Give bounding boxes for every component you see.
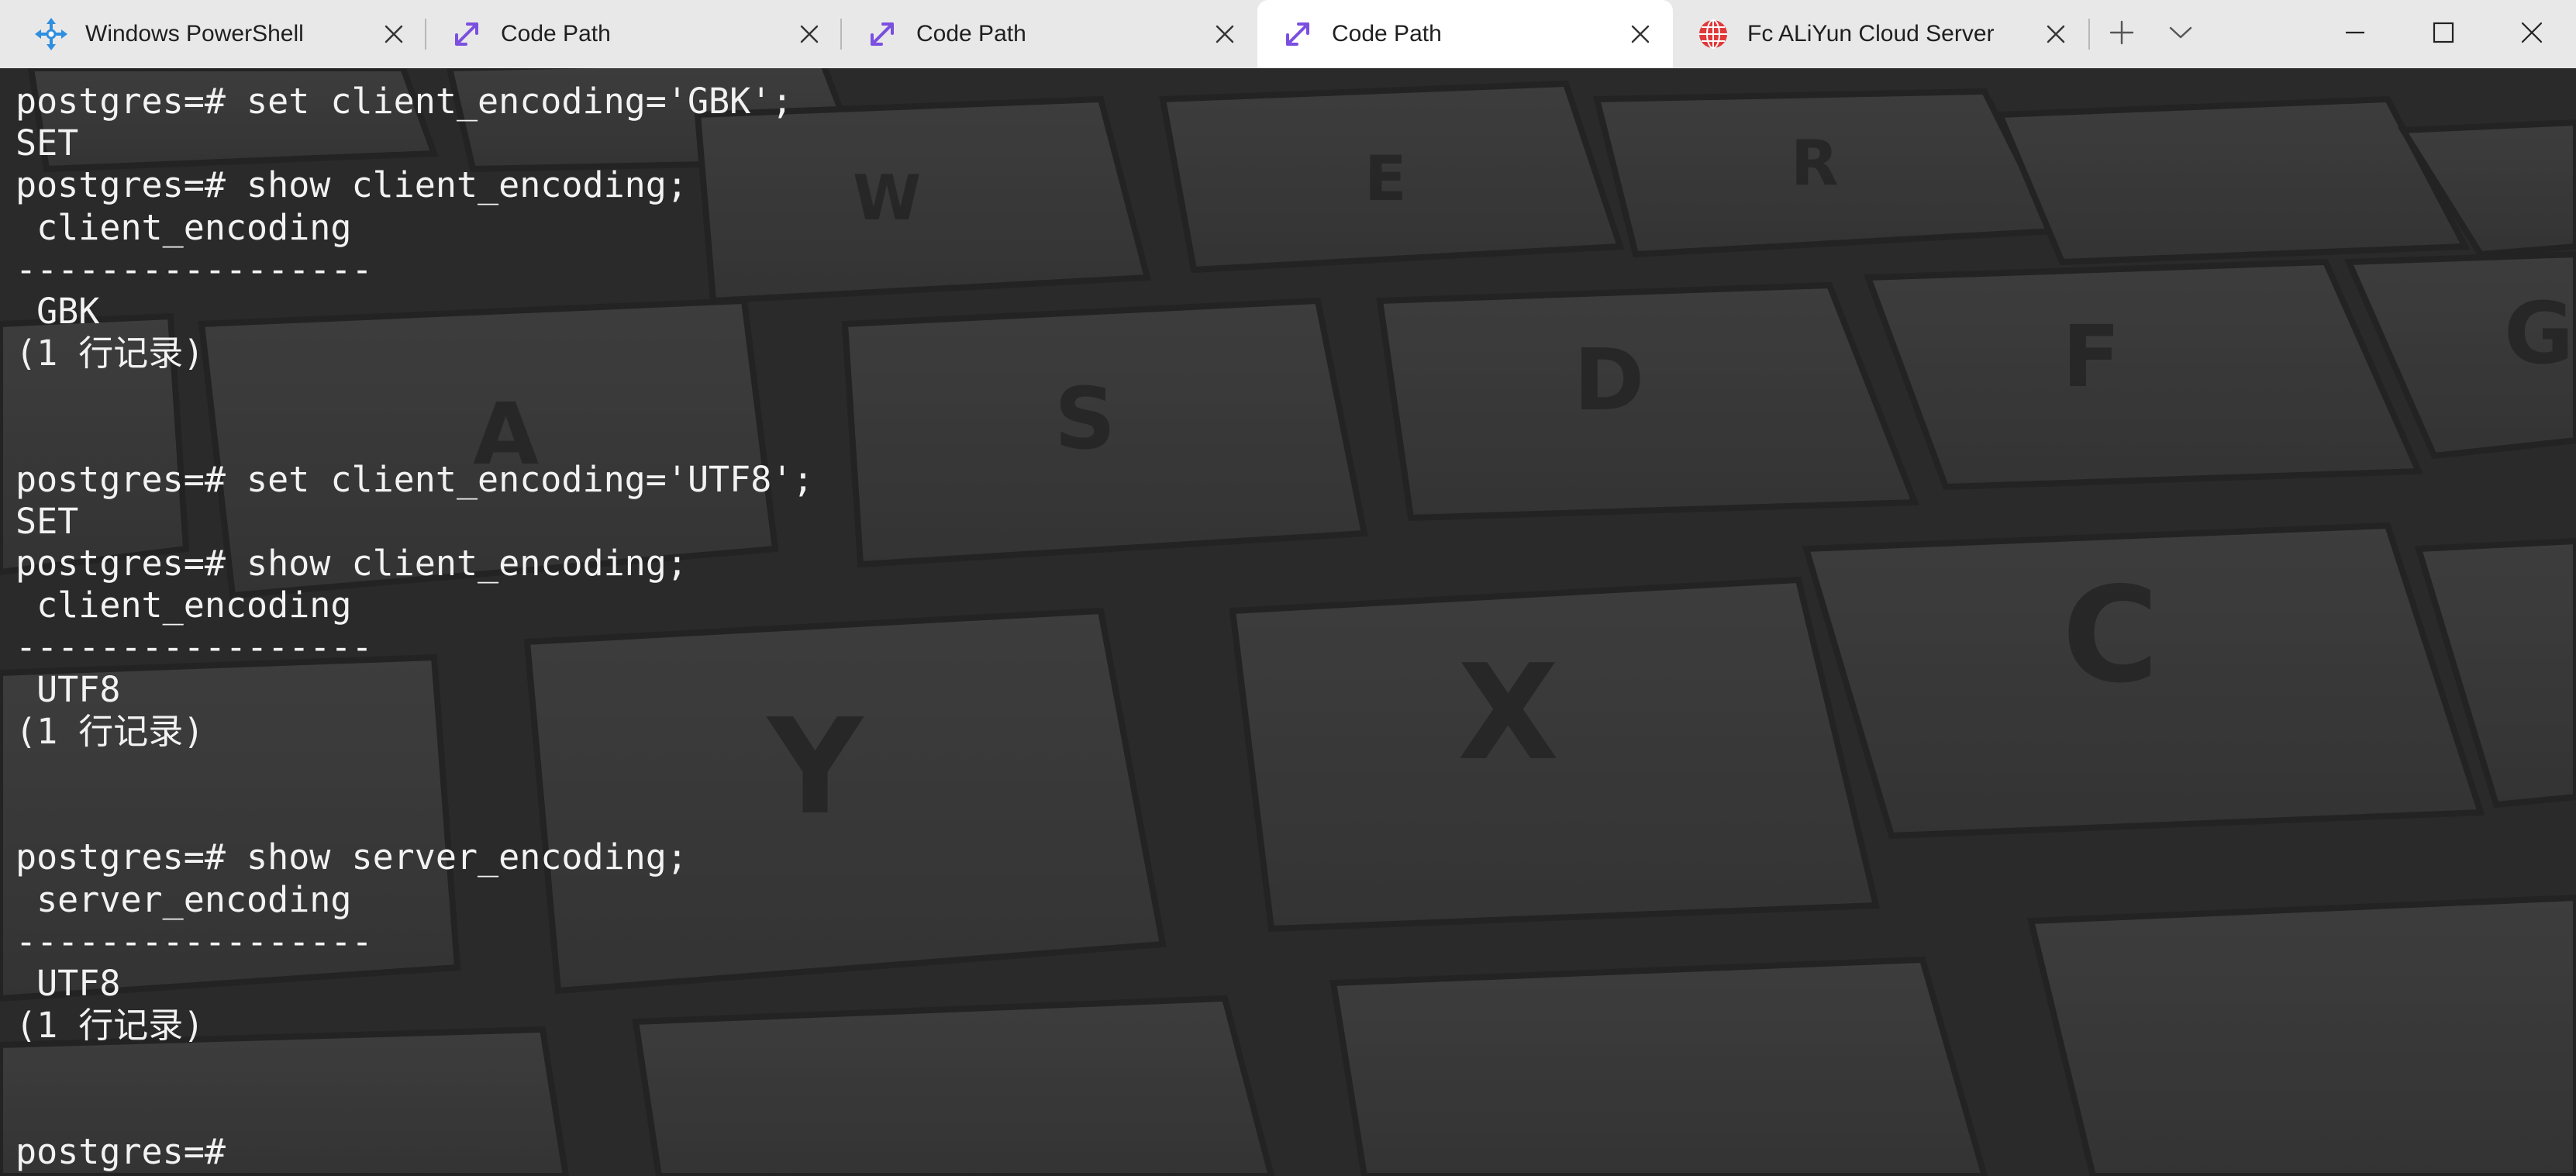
tab-windows-powershell[interactable]: Windows PowerShell xyxy=(11,0,426,68)
terminal-pane[interactable]: W E R S D F A Y X C G postgres=# set cli… xyxy=(0,68,2576,1176)
close-icon[interactable] xyxy=(378,19,409,50)
close-window-button[interactable] xyxy=(2488,0,2576,68)
close-icon[interactable] xyxy=(794,19,825,50)
terminal-output: postgres=# set client_encoding='GBK'; SET… xyxy=(16,81,814,1173)
window-controls xyxy=(2311,0,2576,68)
terminal-line: SET xyxy=(16,122,79,164)
terminal-line: client_encoding xyxy=(16,585,352,626)
tab-title: Code Path xyxy=(1332,21,1442,47)
tab-dropdown-button[interactable] xyxy=(2154,0,2208,68)
powershell-icon xyxy=(34,17,68,51)
chevron-down-icon xyxy=(2168,25,2193,43)
terminal-line: server_encoding xyxy=(16,878,352,920)
terminal-line: ----------------- xyxy=(16,920,373,962)
close-icon[interactable] xyxy=(2040,19,2071,50)
terminal-line: UTF8 xyxy=(16,962,121,1004)
maximize-icon xyxy=(2432,21,2455,47)
terminal-line: GBK xyxy=(16,290,100,332)
terminal-line: SET xyxy=(16,500,79,542)
terminal-prompt[interactable]: postgres=# xyxy=(16,1131,814,1173)
terminal-line: (1 行记录) xyxy=(16,710,205,752)
globe-icon xyxy=(1696,17,1730,51)
tab-title: Fc ALiYun Cloud Server xyxy=(1747,21,1995,47)
terminal-line: postgres=# show server_encoding; xyxy=(16,836,688,878)
close-icon[interactable] xyxy=(1209,19,1240,50)
tab-code-path-1[interactable]: Code Path xyxy=(426,0,842,68)
new-tab-button[interactable] xyxy=(2090,0,2154,68)
expand-arrows-icon xyxy=(865,17,899,51)
terminal-line: postgres=# show client_encoding; xyxy=(16,543,688,585)
terminal-line: postgres=# set client_encoding='UTF8'; xyxy=(16,458,814,500)
tab-title: Code Path xyxy=(501,21,611,47)
maximize-button[interactable] xyxy=(2399,0,2488,68)
terminal-line: ----------------- xyxy=(16,248,373,290)
tab-code-path-2[interactable]: Code Path xyxy=(842,0,1257,68)
terminal-line: ----------------- xyxy=(16,626,373,668)
terminal-line: client_encoding xyxy=(16,206,352,248)
terminal-line: UTF8 xyxy=(16,668,121,710)
terminal-line: postgres=# set client_encoding='GBK'; xyxy=(16,81,793,122)
tab-strip: Windows PowerShell Code Path Code Path C… xyxy=(0,0,2088,68)
tab-bar: Windows PowerShell Code Path Code Path C… xyxy=(0,0,2576,68)
tab-code-path-3-active[interactable]: Code Path xyxy=(1257,0,1673,68)
expand-arrows-icon xyxy=(450,17,484,51)
terminal-line: (1 行记录) xyxy=(16,333,205,374)
terminal-line: (1 行记录) xyxy=(16,1005,205,1047)
tab-title: Windows PowerShell xyxy=(85,21,304,47)
terminal-line: postgres=# show client_encoding; xyxy=(16,164,688,206)
minimize-button[interactable] xyxy=(2311,0,2399,68)
expand-arrows-icon xyxy=(1281,17,1315,51)
plus-icon xyxy=(2109,19,2135,49)
minimize-icon xyxy=(2343,21,2367,47)
tab-fc-aliyun-cloud-server[interactable]: Fc ALiYun Cloud Server xyxy=(1673,0,2088,68)
close-icon[interactable] xyxy=(1625,19,1656,50)
terminal-window: Windows PowerShell Code Path Code Path C… xyxy=(0,0,2576,1176)
close-icon xyxy=(2520,21,2543,47)
tab-title: Code Path xyxy=(916,21,1026,47)
